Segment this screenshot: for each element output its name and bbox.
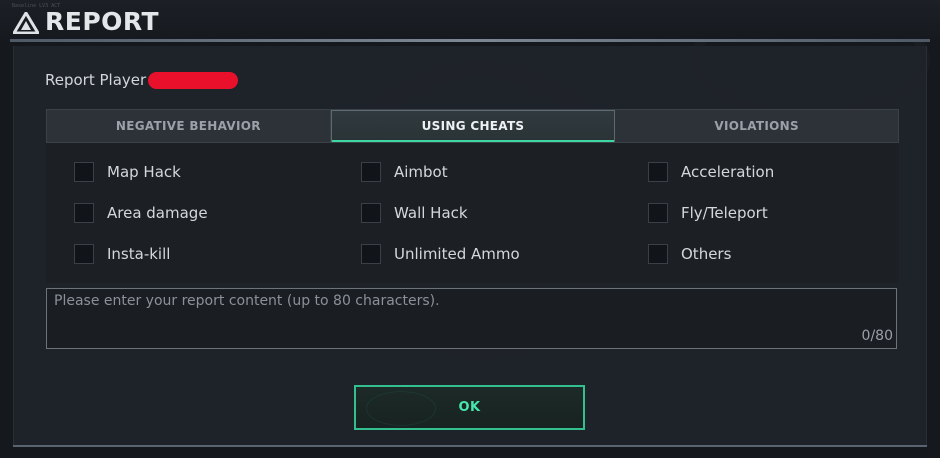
header-divider xyxy=(10,39,930,42)
button-decoration xyxy=(366,391,436,426)
checkbox[interactable] xyxy=(361,162,381,182)
tab-negative-behavior[interactable]: NEGATIVE BEHAVIOR xyxy=(47,110,331,142)
checkbox[interactable] xyxy=(74,203,94,223)
option-label: Fly/Teleport xyxy=(681,204,768,222)
checkbox[interactable] xyxy=(74,162,94,182)
triangle-logo-icon xyxy=(13,12,39,34)
checkbox[interactable] xyxy=(361,203,381,223)
option-map-hack[interactable]: Map Hack xyxy=(74,162,181,182)
checkbox[interactable] xyxy=(648,244,668,264)
option-label: Wall Hack xyxy=(394,204,468,222)
option-label: Area damage xyxy=(107,204,208,222)
tab-using-cheats[interactable]: USING CHEATS xyxy=(330,110,616,142)
option-label: Insta-kill xyxy=(107,245,171,263)
option-label: Others xyxy=(681,245,732,263)
option-aimbot[interactable]: Aimbot xyxy=(361,162,448,182)
option-label: Unlimited Ammo xyxy=(394,245,520,263)
option-insta-kill[interactable]: Insta-kill xyxy=(74,244,170,264)
option-area-damage[interactable]: Area damage xyxy=(74,203,208,223)
option-wall-hack[interactable]: Wall Hack xyxy=(361,203,468,223)
panel-bottom-divider xyxy=(13,445,927,447)
option-acceleration[interactable]: Acceleration xyxy=(648,162,774,182)
report-category-tabs: NEGATIVE BEHAVIOR USING CHEATS VIOLATION… xyxy=(46,109,899,143)
checkbox[interactable] xyxy=(648,162,668,182)
character-counter: 0/80 xyxy=(861,328,893,344)
report-content-placeholder: Please enter your report content (up to … xyxy=(54,293,440,309)
option-label: Map Hack xyxy=(107,163,181,181)
checkbox[interactable] xyxy=(74,244,94,264)
option-label: Aimbot xyxy=(394,163,448,181)
tab-violations[interactable]: VIOLATIONS xyxy=(615,110,898,142)
option-label: Acceleration xyxy=(681,163,775,181)
redacted-player-name xyxy=(148,72,238,89)
header-bar: Baseline LV3 ACT REPORT xyxy=(0,0,940,40)
checkbox[interactable] xyxy=(648,203,668,223)
report-content-field[interactable]: Please enter your report content (up to … xyxy=(46,288,897,349)
option-fly-teleport[interactable]: Fly/Teleport xyxy=(648,203,768,223)
checkbox[interactable] xyxy=(361,244,381,264)
ok-button-label: OK xyxy=(458,400,481,415)
report-player-label: Report Player xyxy=(45,71,147,89)
option-unlimited-ammo[interactable]: Unlimited Ammo xyxy=(361,244,520,264)
option-others[interactable]: Others xyxy=(648,244,731,264)
options-panel: Map Hack Aimbot Acceleration Area damage… xyxy=(46,143,899,283)
page-title: REPORT xyxy=(45,7,160,36)
ok-button[interactable]: OK xyxy=(354,385,585,430)
